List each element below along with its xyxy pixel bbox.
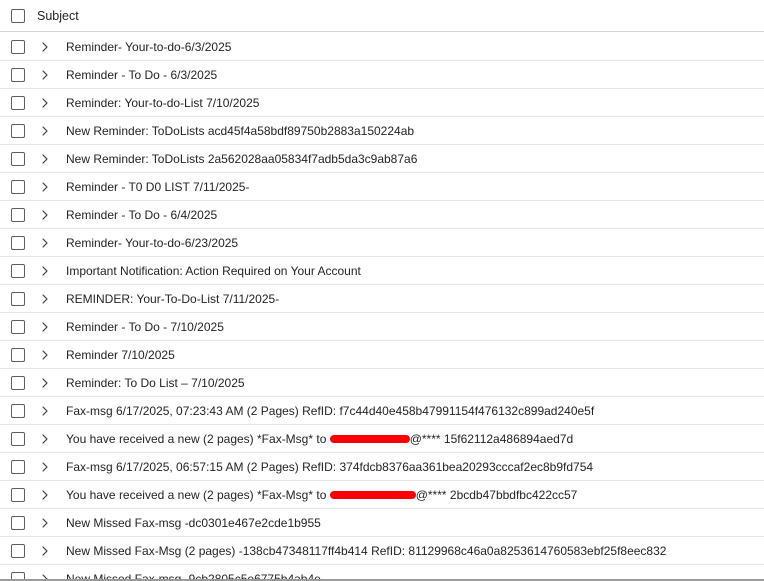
message-row[interactable]: Fax-msg 6/17/2025, 06:57:15 AM (2 Pages)… [0,453,764,481]
row-checkbox[interactable] [11,151,25,166]
row-subject-prefix: You have received a new (2 pages) *Fax-M… [66,487,330,502]
row-subject: Reminder- Your-to-do-6/3/2025 [66,39,232,54]
message-row[interactable]: Reminder 7/10/2025 [0,341,764,369]
message-row[interactable]: Reminder - To Do - 6/3/2025 [0,61,764,89]
row-subject: Reminder- Your-to-do-6/23/2025 [66,235,239,250]
chevron-right-icon[interactable] [40,97,50,108]
chevron-right-icon[interactable] [40,181,50,192]
row-subject: Reminder - To Do - 6/3/2025 [66,67,218,82]
message-row[interactable]: Important Notification: Action Required … [0,257,764,285]
list-header: Subject [0,0,764,32]
row-subject: Fax-msg 6/17/2025, 06:57:15 AM (2 Pages)… [66,459,594,474]
row-subject: Reminder: To Do List – 7/10/2025 [66,375,245,390]
chevron-right-icon[interactable] [40,461,50,472]
message-row[interactable]: Reminder: To Do List – 7/10/2025 [0,369,764,397]
chevron-right-icon[interactable] [40,237,50,248]
row-subject: Reminder - To Do - 6/4/2025 [66,207,218,222]
select-all-checkbox[interactable] [11,8,25,23]
row-checkbox[interactable] [11,179,25,194]
message-rows: Reminder- Your-to-do-6/3/2025 Reminder - … [0,33,764,581]
chevron-right-icon[interactable] [40,545,50,556]
row-checkbox[interactable] [11,487,25,502]
row-checkbox[interactable] [11,235,25,250]
chevron-right-icon[interactable] [40,209,50,220]
message-row[interactable]: New Reminder: ToDoLists 2a562028aa05834f… [0,145,764,173]
row-checkbox[interactable] [11,39,25,54]
message-row[interactable]: Fax-msg 6/17/2025, 07:23:43 AM (2 Pages)… [0,397,764,425]
row-checkbox[interactable] [11,459,25,474]
row-subject: You have received a new (2 pages) *Fax-M… [66,488,577,502]
chevron-right-icon[interactable] [40,517,50,528]
message-row[interactable]: Reminder - To Do - 6/4/2025 [0,201,764,229]
redaction-mark [329,490,416,499]
row-checkbox[interactable] [11,67,25,82]
row-subject: Reminder - T0 D0 LIST 7/11/2025- [66,179,250,194]
message-row[interactable]: You have received a new (2 pages) *Fax-M… [0,481,764,509]
chevron-right-icon[interactable] [40,349,50,360]
chevron-right-icon[interactable] [40,433,50,444]
redaction-mark [329,434,410,443]
row-checkbox[interactable] [11,347,25,362]
chevron-right-icon[interactable] [40,265,50,276]
message-row[interactable]: Reminder- Your-to-do-6/3/2025 [0,33,764,61]
row-subject: Fax-msg 6/17/2025, 07:23:43 AM (2 Pages)… [66,403,595,418]
subject-column-header[interactable]: Subject [37,9,79,23]
row-subject: REMINDER: Your-To-Do-List 7/11/2025- [66,291,280,306]
row-checkbox[interactable] [11,431,25,446]
chevron-right-icon[interactable] [40,153,50,164]
row-subject: New Missed Fax-msg -dc0301e467e2cde1b955 [66,515,321,530]
row-subject: Reminder - To Do - 7/10/2025 [66,319,224,334]
row-checkbox[interactable] [11,375,25,390]
row-subject: New Reminder: ToDoLists 2a562028aa05834f… [66,151,418,166]
row-subject-suffix: @**** 15f62112a486894aed7d [409,431,574,446]
row-subject: You have received a new (2 pages) *Fax-M… [66,432,573,446]
row-checkbox[interactable] [11,543,25,558]
row-checkbox[interactable] [11,515,25,530]
message-row[interactable]: New Missed Fax-Msg (2 pages) -138cb47348… [0,537,764,565]
row-subject-prefix: You have received a new (2 pages) *Fax-M… [66,431,330,446]
message-row[interactable]: New Reminder: ToDoLists acd45f4a58bdf897… [0,117,764,145]
row-subject: New Reminder: ToDoLists acd45f4a58bdf897… [66,123,415,138]
message-list: Subject Reminder- Your-to-do-6/3/2025 Rem… [0,0,764,581]
row-checkbox[interactable] [11,95,25,110]
row-checkbox[interactable] [11,319,25,334]
chevron-right-icon[interactable] [40,125,50,136]
row-checkbox[interactable] [11,263,25,278]
chevron-right-icon[interactable] [40,321,50,332]
message-row[interactable]: Reminder - T0 D0 LIST 7/11/2025- [0,173,764,201]
row-subject: Reminder 7/10/2025 [66,347,175,362]
row-subject-suffix: @**** 2bcdb47bbdfbc422cc57 [415,487,578,502]
row-subject: Reminder: Your-to-do-List 7/10/2025 [66,95,260,110]
message-row[interactable]: Reminder: Your-to-do-List 7/10/2025 [0,89,764,117]
message-row[interactable]: Reminder- Your-to-do-6/23/2025 [0,229,764,257]
chevron-right-icon[interactable] [40,69,50,80]
row-checkbox[interactable] [11,291,25,306]
row-subject: New Missed Fax-Msg (2 pages) -138cb47348… [66,543,667,558]
chevron-right-icon[interactable] [40,489,50,500]
message-row[interactable]: You have received a new (2 pages) *Fax-M… [0,425,764,453]
chevron-right-icon[interactable] [40,41,50,52]
message-row[interactable]: REMINDER: Your-To-Do-List 7/11/2025- [0,285,764,313]
row-checkbox[interactable] [11,403,25,418]
message-row[interactable]: Reminder - To Do - 7/10/2025 [0,313,764,341]
chevron-right-icon[interactable] [40,293,50,304]
row-subject: Important Notification: Action Required … [66,263,361,278]
row-checkbox[interactable] [11,123,25,138]
message-row[interactable]: New Missed Fax-msg -dc0301e467e2cde1b955 [0,509,764,537]
chevron-right-icon[interactable] [40,405,50,416]
row-checkbox[interactable] [11,207,25,222]
chevron-right-icon[interactable] [40,377,50,388]
